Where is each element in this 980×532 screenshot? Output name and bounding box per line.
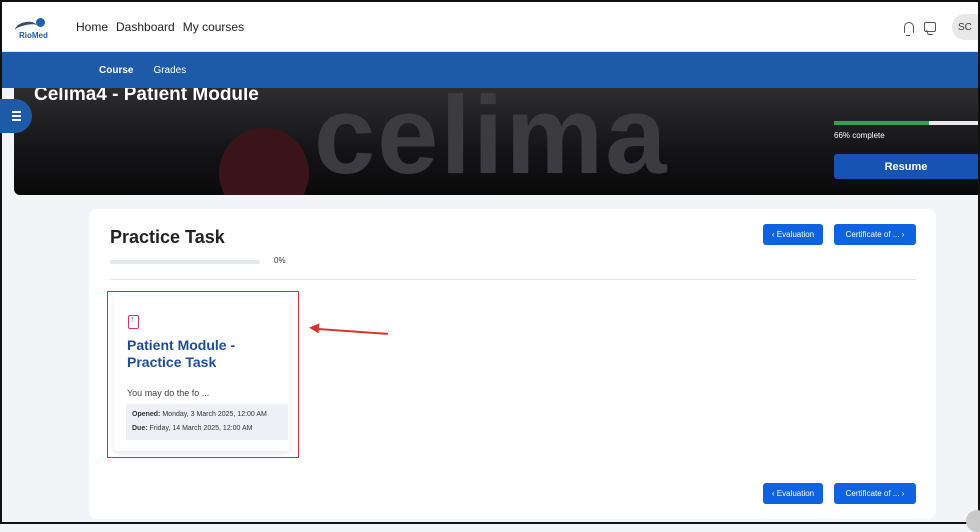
tab-grades[interactable]: Grades	[153, 65, 186, 76]
activity-title[interactable]: Patient Module - Practice Task	[127, 337, 287, 371]
due-date: Friday, 14 March 2025, 12:00 AM	[149, 425, 253, 432]
course-progress-fill	[834, 121, 930, 125]
user-avatar[interactable]: SC	[952, 14, 978, 40]
nav-dashboard[interactable]: Dashboard	[115, 18, 176, 36]
section-title: Practice Task	[110, 227, 225, 247]
section-divider	[110, 279, 916, 280]
activity-description: You may do the fo ...	[127, 388, 210, 398]
prev-section-button-top[interactable]: ‹ Evaluation	[763, 224, 823, 245]
assignment-upload-icon	[128, 314, 139, 329]
course-progress-bar	[834, 121, 978, 125]
nav-my-courses[interactable]: My courses	[182, 18, 245, 36]
resume-button[interactable]: Resume	[834, 154, 978, 179]
course-progress-label: 66% complete	[834, 131, 885, 140]
site-logo[interactable]: RioMed	[13, 16, 48, 40]
logo-text: RioMed	[19, 30, 48, 40]
next-section-button-top[interactable]: Certificate of ... ›	[834, 224, 916, 245]
course-secondary-nav: Course Grades	[2, 52, 978, 88]
course-title: Celima4 - Patient Module	[34, 88, 259, 105]
next-section-button-bottom[interactable]: Certificate of ... ›	[834, 483, 916, 504]
banner-graphic	[219, 128, 309, 195]
list-icon	[11, 109, 21, 123]
opened-label: Opened:	[132, 411, 161, 418]
prev-section-button-bottom[interactable]: ‹ Evaluation	[763, 483, 823, 504]
course-header-banner: celima Celima4 - Patient Module 66% comp…	[14, 88, 978, 195]
nav-home[interactable]: Home	[75, 18, 109, 36]
annotation-arrow-head-icon	[308, 322, 320, 334]
activity-card[interactable]: Patient Module - Practice Task You may d…	[114, 296, 290, 451]
help-button[interactable]	[966, 510, 980, 532]
activity-dates: Opened: Monday, 3 March 2025, 12:00 AM D…	[126, 404, 288, 440]
messages-icon[interactable]	[924, 22, 936, 32]
banner-watermark: celima	[314, 88, 669, 195]
primary-nav: Home Dashboard My courses	[75, 18, 245, 36]
opened-date: Monday, 3 March 2025, 12:00 AM	[162, 411, 267, 418]
activity-highlight-box: Patient Module - Practice Task You may d…	[107, 291, 299, 458]
section-progress-label: 0%	[274, 256, 286, 265]
due-label: Due:	[132, 425, 148, 432]
tab-course[interactable]: Course	[99, 65, 133, 76]
course-progress: 66% complete	[834, 121, 978, 140]
notification-bell-icon[interactable]	[904, 21, 914, 36]
section-card: Practice Task 0% ‹ Evaluation Certificat…	[89, 209, 936, 519]
section-progress-bar	[110, 260, 260, 264]
top-navbar: RioMed Home Dashboard My courses SC	[2, 2, 978, 52]
